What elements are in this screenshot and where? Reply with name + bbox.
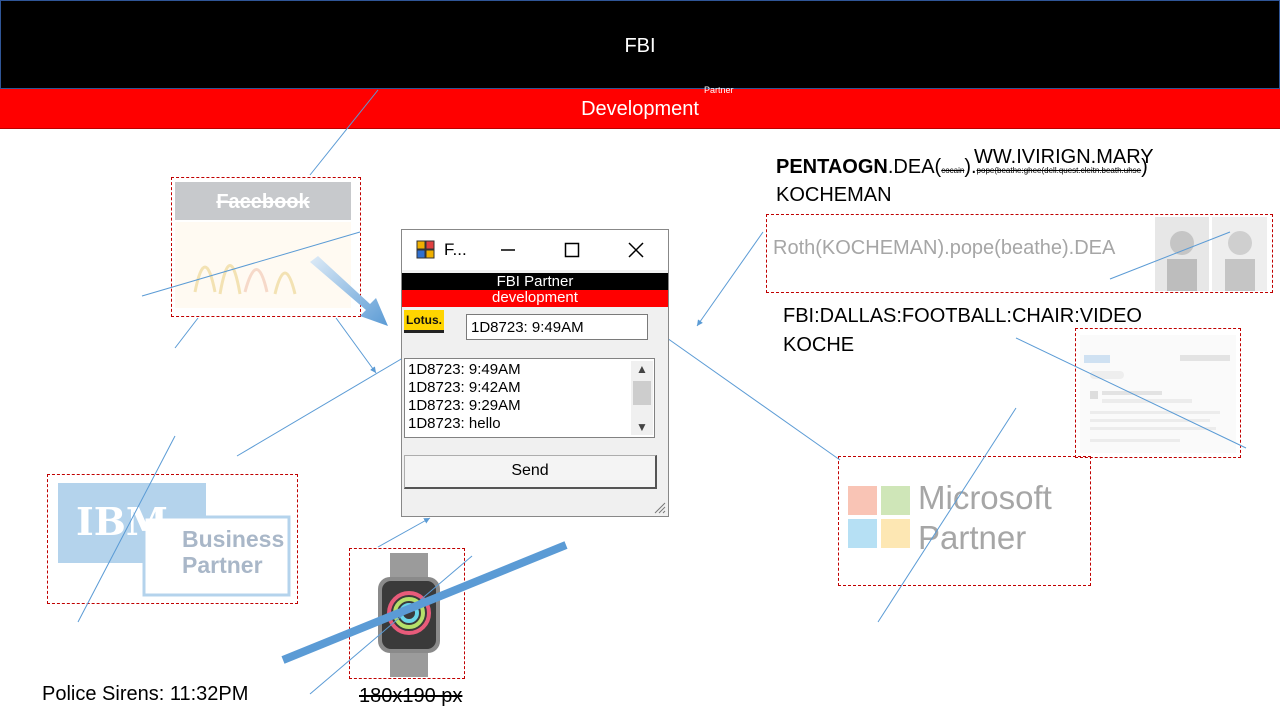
lotus-logo: Lotus. bbox=[404, 310, 444, 333]
message-item[interactable]: 1D8723: 9:29AM bbox=[408, 397, 654, 415]
roth-box: Roth(KOCHEMAN).pope(beathe).DEA bbox=[766, 214, 1273, 293]
ibm-card: IBM Business Partner bbox=[47, 474, 298, 604]
heading-line2: KOCHEMAN bbox=[776, 184, 892, 206]
police-sirens-text: Police Sirens: 11:32PM bbox=[42, 683, 249, 705]
send-button[interactable]: Send bbox=[404, 455, 657, 489]
faded-art-image bbox=[175, 222, 351, 308]
heading-overlay: WW.IVIRIGN.MARY bbox=[974, 146, 1154, 168]
facebook-card: Facebook bbox=[171, 177, 361, 317]
subheader-superscript: Partner bbox=[704, 85, 734, 95]
minimize-button[interactable] bbox=[488, 234, 528, 266]
watch-image bbox=[378, 553, 440, 677]
maximize-icon bbox=[564, 242, 580, 258]
window-title: F... bbox=[444, 240, 467, 259]
app-icon bbox=[416, 240, 435, 259]
portraits-image bbox=[1155, 217, 1267, 291]
message-list[interactable]: 1D8723: 9:49AM 1D8723: 9:42AM 1D8723: 9:… bbox=[404, 358, 655, 438]
chat-window: F... FBI Partner development Lotus. 1D87… bbox=[401, 229, 669, 517]
message-item[interactable]: 1D8723: 9:49AM bbox=[408, 361, 654, 379]
ibm-line2: Partner bbox=[182, 552, 263, 578]
header-bar: FBI bbox=[0, 0, 1280, 89]
linkedin-screenshot-image bbox=[1080, 335, 1236, 453]
facebook-label-bar: Facebook bbox=[175, 182, 351, 220]
ibm-logo-text: IBM bbox=[76, 499, 168, 544]
minimize-icon bbox=[501, 249, 515, 251]
facebook-label: Facebook bbox=[216, 191, 310, 213]
scroll-up-icon[interactable]: ▲ bbox=[631, 361, 653, 377]
ibm-logo-image: IBM Business Partner bbox=[58, 483, 291, 597]
microsoft-card: Microsoft Partner bbox=[838, 456, 1091, 586]
linkedin-card bbox=[1075, 328, 1241, 458]
microsoft-logo-icon bbox=[848, 486, 910, 548]
banner-line1: FBI Partner bbox=[402, 273, 668, 290]
message-item[interactable]: 1D8723: 9:42AM bbox=[408, 379, 654, 397]
microsoft-line1: Microsoft bbox=[918, 479, 1052, 516]
scroll-thumb[interactable] bbox=[633, 381, 651, 405]
list-scrollbar[interactable]: ▲ ▼ bbox=[631, 361, 653, 435]
ibm-line1: Business bbox=[182, 526, 284, 552]
heading-bold: PENTAOGN bbox=[776, 156, 888, 178]
microsoft-line2: Partner bbox=[918, 519, 1027, 556]
fbi-dallas-line2: KOCHE bbox=[783, 334, 855, 356]
fbi-dallas-line1: FBI:DALLAS:FOOTBALL:CHAIR:VIDEO bbox=[783, 305, 1142, 327]
heading-part2: .DEA( bbox=[887, 156, 942, 178]
heading-small-strike: cocain bbox=[941, 166, 965, 175]
subheader-title: Development bbox=[581, 98, 699, 120]
close-icon bbox=[628, 242, 644, 258]
message-item[interactable]: 1D8723: hello bbox=[408, 415, 654, 433]
banner-line2: development bbox=[402, 290, 668, 307]
resize-grip-icon[interactable] bbox=[652, 500, 666, 514]
scroll-down-icon[interactable]: ▼ bbox=[631, 419, 653, 435]
maximize-button[interactable] bbox=[552, 234, 592, 266]
message-input[interactable] bbox=[466, 314, 648, 340]
close-button[interactable] bbox=[616, 234, 656, 266]
watch-card bbox=[349, 548, 465, 679]
header-title: FBI bbox=[624, 35, 656, 57]
subheader-bar: Development Partner bbox=[0, 85, 1280, 129]
roth-text: Roth(KOCHEMAN).pope(beathe).DEA bbox=[773, 237, 1116, 259]
window-titlebar[interactable]: F... bbox=[402, 230, 668, 270]
size-label: 180x190 px bbox=[359, 685, 463, 707]
